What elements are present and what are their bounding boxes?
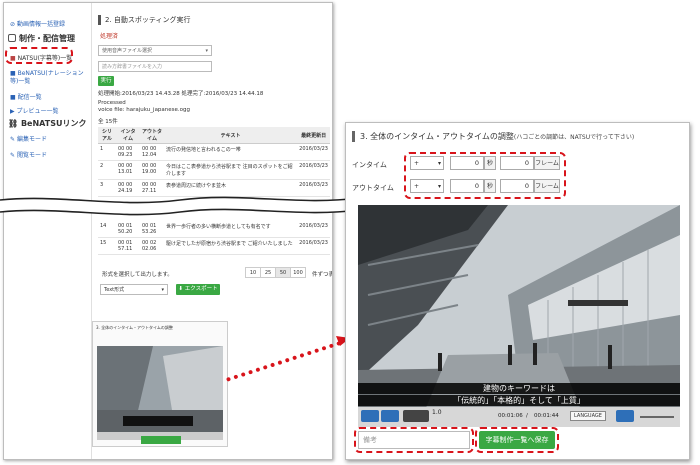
spotting-table: シリアル インタイム アウトタイム テキスト 最終更新日 1 00 00 09.… <box>98 127 330 197</box>
doc-icon: ■ <box>10 70 16 77</box>
sidebar-section-benatsu: ⛓ BeNATSUリンク <box>8 119 87 128</box>
run-button[interactable]: 実行 <box>98 76 114 86</box>
highlight-time-inputs <box>404 152 566 199</box>
volume-slider[interactable] <box>640 416 674 418</box>
subtitle-line-2: 「伝統的」「本格的」そして「上質」 <box>358 395 680 406</box>
rewind-button[interactable] <box>361 410 379 422</box>
page-size-100[interactable]: 100 <box>290 267 306 278</box>
video-player[interactable]: 建物のキーワードは 「伝統的」「本格的」そして「上質」 <box>358 205 680 427</box>
torn-paper-break <box>0 196 358 216</box>
audio-file-select[interactable]: 使用音声ファイル選択 ▾ <box>98 45 212 56</box>
section3-thumbnail: 3. 全体のインタイム・アウトタイムの調整 <box>92 321 228 447</box>
chevron-down-icon: ▾ <box>205 48 208 54</box>
highlight-remarks-input <box>354 427 474 453</box>
section-title-auto-spotting: 2. 自動スポッティング実行 <box>98 15 190 25</box>
language-button[interactable]: LANGUAGE <box>570 411 606 421</box>
time-adjust-panel: 3. 全体のインタイム・アウトタイムの調整(ハコごとの調節は、NATSUで行って… <box>345 122 690 460</box>
table-row[interactable]: 14 00 01 50.20 00 01 53.26 世界一歩行者の多い横断歩道… <box>98 221 330 238</box>
link-icon: ⊘ <box>10 21 16 28</box>
sidebar: ⊘ 動画情報一括登録 制作・配信管理 ■ NATSU(字幕等)一覧 ■ BeNA… <box>4 3 92 459</box>
sidebar-item-bulk-register[interactable]: ⊘ 動画情報一括登録 <box>10 19 65 28</box>
sidebar-item-preview-list[interactable]: ▶ プレビュー一覧 <box>10 106 59 115</box>
page-size-suffix: 件ずつ表示 <box>312 272 332 278</box>
current-time: 00:01:06 <box>498 413 523 419</box>
col-header-text: テキスト <box>164 127 298 144</box>
export-button[interactable]: ⬇ エクスポート <box>176 284 220 295</box>
col-header-in: インタイム <box>116 127 140 144</box>
chevron-down-icon: ▾ <box>161 287 164 293</box>
table-row[interactable]: 2 00 00 13.01 00 00 19.00 今日はここ表参道から渋谷駅ま… <box>98 160 330 180</box>
table-header-row: シリアル インタイム アウトタイム テキスト 最終更新日 <box>98 127 330 144</box>
back-button[interactable] <box>381 410 399 422</box>
doc-icon: ■ <box>10 94 16 101</box>
processed-time: 処理開始:2016/03/23 14.43.28 処理完了:2016/03/23… <box>98 91 264 97</box>
play-icon: ▶ <box>10 108 15 115</box>
col-header-date: 最終更新日 <box>297 127 330 144</box>
video-controls: 1.0 00:01:06 / 00:01:44 LANGUAGE <box>358 407 680 427</box>
page-size-25[interactable]: 25 <box>260 267 276 278</box>
table-row[interactable]: 1 00 00 09.23 00 00 12.04 流行の発信地と言われるこの一… <box>98 143 330 161</box>
playback-speed: 1.0 <box>432 409 442 416</box>
highlight-save-button <box>475 427 559 453</box>
export-format-select[interactable]: Text形式 ▾ <box>100 284 168 295</box>
status-processed: 処理済 <box>100 33 119 40</box>
thumb-title: 3. 全体のインタイム・アウトタイムの調整 <box>96 325 173 330</box>
time-separator: / <box>526 413 528 419</box>
col-header-serial: シリアル <box>98 127 116 144</box>
panel-title: 3. 全体のインタイム・アウトタイムの調整(ハコごとの調節は、NATSUで行って… <box>352 131 634 142</box>
in-time-label: インタイム <box>352 161 387 169</box>
link-icon: ⛓ <box>8 119 19 128</box>
dictionary-file-input[interactable]: 読み方辞書ファイルを入力 <box>98 61 212 72</box>
export-instruction: 形式を選択して出力します。 <box>102 272 173 278</box>
thumb-video-frame <box>97 346 223 440</box>
play-pause-button[interactable] <box>403 410 429 422</box>
subtitle-line-1: 建物のキーワードは <box>358 383 680 394</box>
page-size-50[interactable]: 50 <box>275 267 291 278</box>
folder-icon <box>8 34 16 42</box>
processed-label: Processed <box>98 100 126 106</box>
volume-button[interactable] <box>616 410 634 422</box>
voice-file-label: voice file: harajuku_japanese.ogg <box>98 107 191 113</box>
sidebar-item-view-mode[interactable]: ✎ 閲覧モード <box>10 150 47 159</box>
record-count: 全 15件 <box>98 119 118 125</box>
out-time-label: アウトタイム <box>352 184 394 192</box>
col-header-out: アウトタイム <box>140 127 164 144</box>
highlight-natsu-list <box>5 47 73 64</box>
page-size-10[interactable]: 10 <box>245 267 261 278</box>
sidebar-item-benatsu-list[interactable]: ■ BeNATSU(ナレーション等)一覧 <box>10 70 88 86</box>
sidebar-section-production: 制作・配信管理 <box>8 33 75 44</box>
edit-icon: ✎ <box>10 152 16 159</box>
table-row[interactable]: 15 00 01 57.11 00 02 02.06 駆け足でしたが原宿から渋谷… <box>98 237 330 255</box>
spotting-table-tail: 14 00 01 50.20 00 01 53.26 世界一歩行者の多い横断歩道… <box>98 221 330 255</box>
sidebar-item-edit-mode[interactable]: ✎ 編集モード <box>10 134 47 143</box>
sidebar-item-delivery-list[interactable]: ■ 配信一覧 <box>10 92 42 101</box>
admin-page-card: ⊘ 動画情報一括登録 制作・配信管理 ■ NATSU(字幕等)一覧 ■ BeNA… <box>3 2 333 460</box>
total-time: 00:01:44 <box>534 413 559 419</box>
page-size-selector: 10 25 50 100 <box>245 267 306 278</box>
thumb-save-button <box>141 436 181 444</box>
edit-icon: ✎ <box>10 136 16 143</box>
download-icon: ⬇ <box>178 286 183 292</box>
